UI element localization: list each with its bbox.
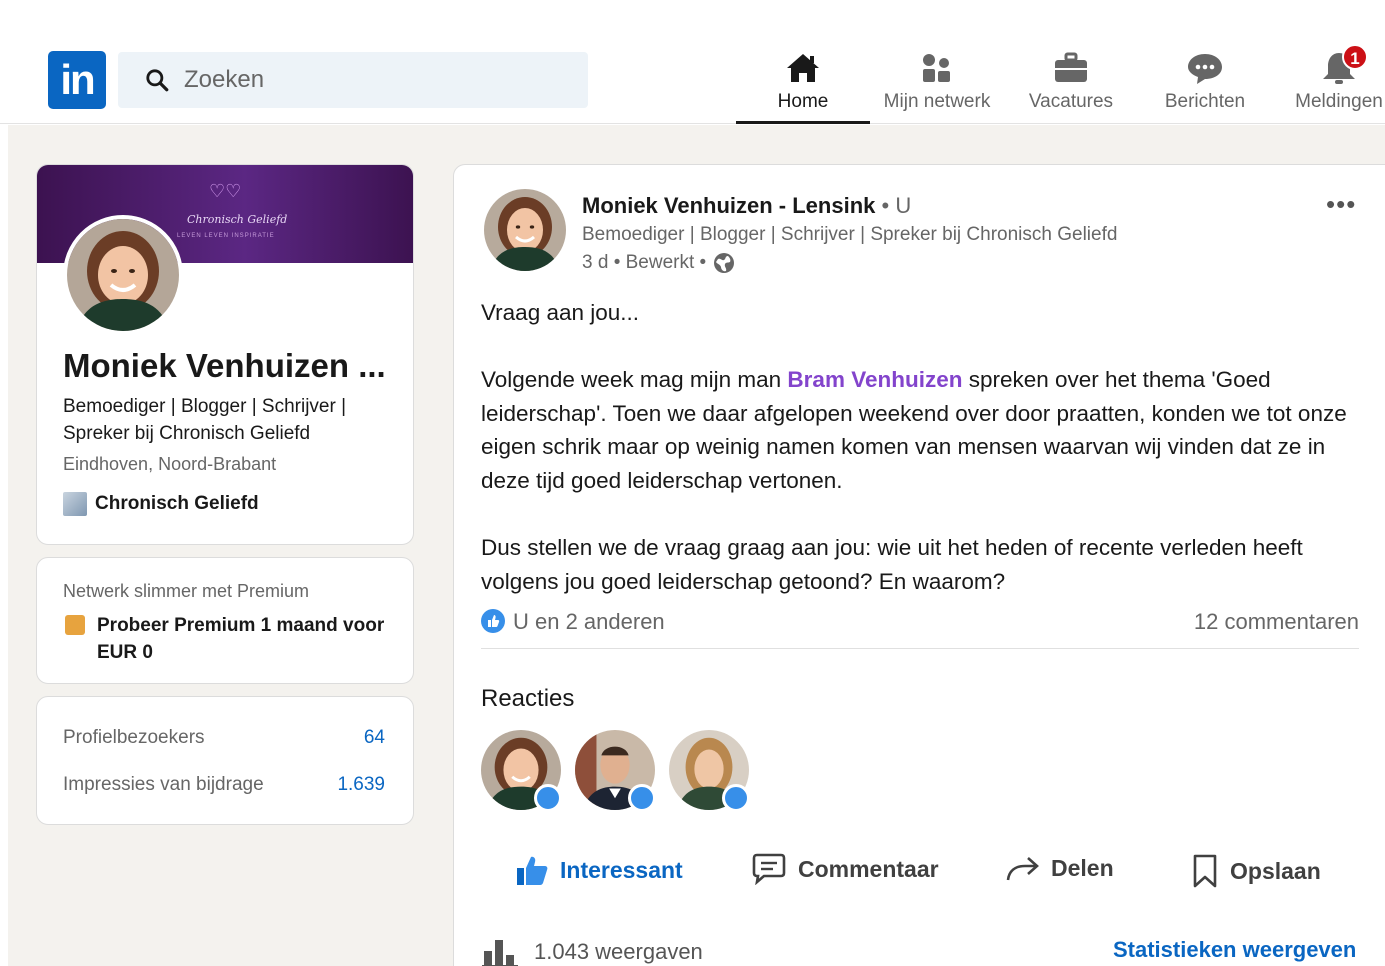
save-button[interactable]: Opslaan	[1190, 853, 1321, 889]
divider	[481, 648, 1359, 649]
hearts-logo-icon: ♡♡	[209, 181, 242, 201]
like-badge-icon	[722, 784, 750, 812]
author-name-text: Moniek Venhuizen - Lensink	[582, 193, 876, 218]
profile-card[interactable]: ♡♡ Chronisch Geliefd LEVEN LEVEN INSPIRA…	[36, 164, 414, 545]
post-author-name[interactable]: Moniek Venhuizen - Lensink • U	[582, 193, 911, 219]
post-text: Vraag aan jou... Volgende week mag mijn …	[481, 296, 1371, 598]
nav-messaging[interactable]: Berichten	[1138, 44, 1272, 124]
view-analytics-link[interactable]: Statistieken weergeven	[1113, 937, 1356, 963]
post-views: 1.043 weergaven	[482, 937, 703, 966]
comments-count[interactable]: 12 commentaren	[1194, 609, 1359, 635]
profile-avatar[interactable]	[63, 215, 183, 335]
premium-icon	[65, 615, 85, 635]
profile-photo	[67, 219, 179, 331]
share-button[interactable]: Delen	[1005, 853, 1114, 883]
reactions-count[interactable]: U en 2 anderen	[481, 609, 665, 635]
comment-button[interactable]: Commentaar	[750, 853, 939, 885]
profile-headline: Bemoediger | Blogger | Schrijver | Sprek…	[63, 396, 347, 444]
notification-badge: 1	[1342, 44, 1368, 70]
profile-stats-card: Profielbezoekers 64 Impressies van bijdr…	[36, 696, 414, 825]
post-meta: 3 d • Bewerkt •	[582, 251, 736, 275]
connection-degree: • U	[875, 193, 912, 218]
comment-label: Commentaar	[798, 855, 939, 882]
search-placeholder: Zoeken	[184, 66, 265, 93]
linkedin-logo[interactable]: in	[48, 51, 106, 109]
globe-icon	[714, 253, 735, 273]
messaging-icon	[1188, 54, 1222, 84]
nav-notifications[interactable]: 1 Meldingen	[1272, 44, 1385, 124]
company-name: Chronisch Geliefd	[95, 493, 259, 514]
premium-title: Netwerk slimmer met Premium	[63, 581, 310, 601]
mention-link[interactable]: Bram Venhuizen	[787, 367, 962, 392]
stat-value: 64	[363, 727, 385, 748]
bookmark-icon	[1193, 854, 1217, 888]
social-counts: U en 2 anderen 12 commentaren	[481, 609, 1359, 635]
premium-trial-link[interactable]: Probeer Premium 1 maand voor EUR 0	[97, 612, 397, 666]
briefcase-icon	[1055, 52, 1087, 82]
views-count: 1.043 weergaven	[534, 939, 703, 964]
nav-home-label: Home	[777, 91, 829, 112]
stat-label: Impressies van bijdrage	[63, 774, 264, 795]
post-author-headline: Bemoediger | Blogger | Schrijver | Sprek…	[582, 224, 1118, 245]
author-photo	[484, 189, 566, 271]
post-actions: Interessant Commentaar Delen Opslaan	[514, 853, 1334, 893]
banner-title: Chronisch Geliefd	[187, 213, 288, 226]
save-label: Opslaan	[1230, 857, 1321, 884]
nav-my-network-label: Mijn netwerk	[883, 91, 991, 112]
profile-company[interactable]: Chronisch Geliefd	[63, 492, 259, 516]
nav-messaging-label: Berichten	[1164, 91, 1246, 112]
nav-jobs[interactable]: Vacatures	[1004, 44, 1138, 124]
like-label: Interessant	[560, 856, 683, 883]
profile-name[interactable]: Moniek Venhuizen ...	[63, 347, 386, 385]
post-intro: Vraag aan jou...	[481, 300, 640, 325]
search-icon	[146, 69, 169, 92]
stat-post-impressions[interactable]: Impressies van bijdrage 1.639	[63, 774, 385, 796]
reactions-title: Reacties	[481, 685, 575, 712]
post-paragraph: Dus stellen we de vraag graag aan jou: w…	[481, 535, 1303, 594]
nav-jobs-label: Vacatures	[1028, 91, 1114, 112]
share-icon	[1006, 857, 1039, 881]
stat-value: 1.639	[337, 774, 385, 795]
bar-chart-icon	[482, 940, 518, 966]
nav-notifications-label: Meldingen	[1295, 91, 1383, 112]
stat-profile-viewers[interactable]: Profielbezoekers 64	[63, 727, 385, 749]
company-logo-icon	[63, 492, 87, 516]
banner-subtitle: LEVEN LEVEN INSPIRATIE	[177, 233, 275, 239]
post-time: 3 d • Bewerkt •	[582, 252, 707, 273]
top-navigation-bar: in Zoeken Home Mijn netwerk Vacatures Be…	[0, 0, 1385, 124]
search-input[interactable]: Zoeken	[118, 52, 588, 108]
like-icon	[481, 609, 505, 633]
nav-home[interactable]: Home	[736, 44, 870, 124]
like-badge-icon	[534, 784, 562, 812]
feed-post: Moniek Venhuizen - Lensink • U Bemoedige…	[453, 164, 1385, 966]
home-icon	[787, 54, 819, 82]
thumbs-up-icon	[517, 856, 548, 885]
post-more-options-icon[interactable]: •••	[1326, 189, 1356, 220]
like-badge-icon	[628, 784, 656, 812]
share-label: Delen	[1051, 854, 1114, 881]
nav-my-network[interactable]: Mijn netwerk	[870, 44, 1004, 124]
post-author-avatar[interactable]	[484, 189, 566, 271]
premium-card: Netwerk slimmer met Premium Probeer Prem…	[36, 557, 414, 684]
post-paragraph: Volgende week mag mijn man Bram Venhuize…	[481, 363, 1371, 497]
network-icon	[923, 54, 950, 82]
profile-location: Eindhoven, Noord-Brabant	[63, 454, 277, 474]
stat-label: Profielbezoekers	[63, 727, 205, 748]
comment-icon	[752, 853, 786, 885]
like-button[interactable]: Interessant	[514, 853, 683, 887]
reactions-summary: U en 2 anderen	[513, 609, 665, 634]
post-text-part: Volgende week mag mijn man	[481, 367, 788, 393]
